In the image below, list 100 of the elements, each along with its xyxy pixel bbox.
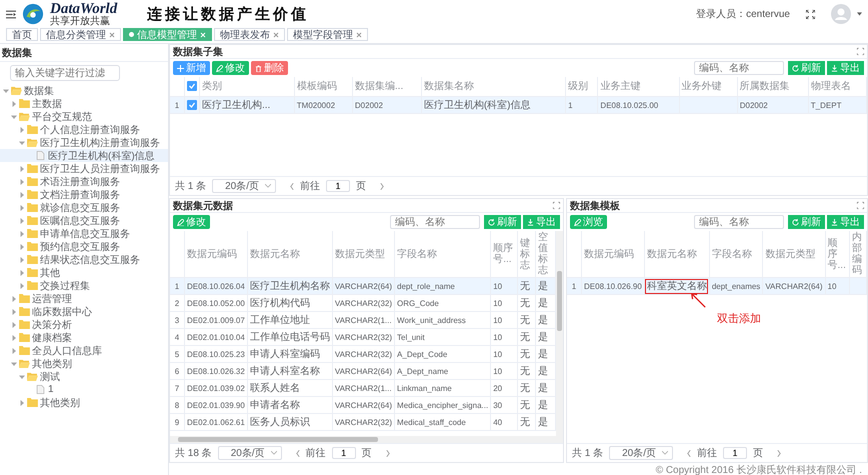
page-size-select[interactable]: 20条/页 <box>609 446 674 460</box>
folder-icon <box>19 99 30 108</box>
tab[interactable]: 物理表发布 <box>214 28 285 41</box>
next-icon[interactable] <box>777 450 782 456</box>
tree-arrow-icon[interactable] <box>19 126 25 132</box>
tree-arrow-icon[interactable] <box>19 178 25 184</box>
table-cell: DE08.10.025.23 <box>184 346 248 362</box>
tree-item[interactable]: 全员人口信息库 <box>0 344 168 357</box>
page-size-select[interactable]: 20条/页 <box>212 179 276 193</box>
tree-arrow-icon[interactable] <box>19 218 25 224</box>
close-icon[interactable] <box>273 32 279 38</box>
tree-item[interactable]: 就诊信息交互服务 <box>0 201 168 214</box>
expand-icon[interactable] <box>857 202 864 209</box>
tree-arrow-icon[interactable] <box>11 322 17 328</box>
logo-icon <box>22 3 44 25</box>
tree-item[interactable]: 临床数据中心 <box>0 305 168 318</box>
tree-item[interactable]: 其他类别 <box>0 357 168 370</box>
tree-arrow-icon[interactable] <box>19 282 25 288</box>
tree-arrow-icon[interactable] <box>19 374 25 380</box>
table-row[interactable]: 1 医疗卫生机构... TM020002 D02002 医疗卫生机构(科室)信息 1 DE08.10.025.00 D02002 T_DEPT <box>170 96 866 114</box>
tab[interactable]: 模型字段管理 <box>287 28 368 41</box>
menu-icon[interactable] <box>6 10 16 18</box>
tree-item[interactable]: 数据集 <box>0 84 168 97</box>
table-row[interactable]: 9 DE02.01.062.61 医务人员标识 VARCHAR2(32) Medical_staff_code 40 无 是 <box>170 414 556 430</box>
tree-item[interactable]: 健康档案 <box>0 331 168 344</box>
checkbox[interactable] <box>187 100 197 110</box>
tree-arrow-icon[interactable] <box>11 360 17 366</box>
tree-item[interactable]: 个人信息注册查询服务 <box>0 123 168 136</box>
table-row[interactable]: 3 DE02.01.009.07 工作单位地址 VARCHAR2(1... Work_unit_address 10 无 是 <box>170 312 556 328</box>
avatar-icon[interactable] <box>831 4 851 24</box>
filter-field[interactable]: 输入关键字进行过滤 <box>10 65 120 81</box>
tree-item[interactable]: 医疗卫生机构注册查询服务 <box>0 136 168 149</box>
table-row[interactable]: 6 DE08.10.026.32 申请人科室名称 VARCHAR2(64) A_Dept_name 10 无 是 <box>170 362 556 380</box>
tree-arrow-icon[interactable] <box>19 256 25 262</box>
tree-item[interactable]: 文档注册查询服务 <box>0 188 168 201</box>
folder-icon <box>27 164 38 173</box>
tree-arrow-icon[interactable] <box>19 140 25 146</box>
tree-arrow-icon[interactable] <box>19 166 25 172</box>
prev-icon[interactable] <box>290 182 294 190</box>
scrollbar[interactable] <box>556 231 563 436</box>
tree-item[interactable]: 平台交互规范 <box>0 110 168 123</box>
tree-arrow-icon[interactable] <box>19 204 25 210</box>
next-icon[interactable] <box>386 450 390 456</box>
tree-arrow-icon[interactable] <box>11 334 17 340</box>
expand-icon[interactable] <box>553 202 560 209</box>
tab[interactable]: 信息分类管理 <box>40 28 121 41</box>
tree-item[interactable]: 医疗卫生人员注册查询服务 <box>0 162 168 175</box>
tab[interactable]: 首页 <box>6 28 38 41</box>
tree-item[interactable]: 医疗卫生机构(科室)信息 <box>0 149 168 162</box>
tree-arrow-icon[interactable] <box>11 348 17 354</box>
table-row[interactable]: 8 DE02.01.039.90 申请者名称 VARCHAR2(64) Medica_encipher_signa... 30 无 是 <box>170 396 556 414</box>
tree-item[interactable]: 其他类别 <box>0 396 168 409</box>
table-row[interactable]: 4 DE02.01.010.04 工作单位电话号码 VARCHAR2(32) Tel_unit 10 无 是 <box>170 328 556 346</box>
tree-item[interactable]: 术语注册查询服务 <box>0 175 168 188</box>
page-field[interactable]: 1 <box>723 447 748 459</box>
tree-item[interactable]: 1 <box>0 383 168 396</box>
prev-icon[interactable] <box>296 450 300 456</box>
search-field[interactable]: 编码、名称 <box>694 61 784 75</box>
table-row[interactable]: 1 DE08.10.026.90 科室英文名称 dept_enames VARCHAR2(64) 10 <box>567 278 866 294</box>
page-field[interactable]: 1 <box>332 447 356 459</box>
tree-arrow-icon[interactable] <box>11 308 17 314</box>
open-folder-icon <box>11 86 22 95</box>
close-icon[interactable] <box>356 32 362 38</box>
tree-arrow-icon[interactable] <box>3 88 9 94</box>
tree-arrow-icon[interactable] <box>19 244 25 250</box>
checkbox[interactable] <box>187 81 197 92</box>
tree-item[interactable]: 测试 <box>0 370 168 383</box>
tree-arrow-icon[interactable] <box>19 400 25 406</box>
tree-arrow-icon[interactable] <box>19 270 25 276</box>
tree-item[interactable]: 申请单信息交互服务 <box>0 227 168 240</box>
tree-item[interactable]: 交换过程集 <box>0 279 168 292</box>
panel-title: 数据集模板 <box>570 200 620 212</box>
tree-arrow-icon[interactable] <box>19 230 25 236</box>
close-icon[interactable] <box>109 32 115 38</box>
next-icon[interactable] <box>380 182 384 190</box>
tree-arrow-icon[interactable] <box>11 114 17 120</box>
fullscreen-icon[interactable] <box>806 10 815 18</box>
prev-icon[interactable] <box>687 450 692 456</box>
table-row[interactable]: 1 DE08.10.026.04 医疗卫生机构名称 VARCHAR2(64) dept_role_name 10 无 是 <box>170 278 556 294</box>
expand-icon[interactable] <box>857 48 864 55</box>
table-row[interactable]: 2 DE08.10.052.00 医疗机构代码 VARCHAR2(32) ORG_Code 10 无 是 <box>170 294 556 312</box>
tree-arrow-icon[interactable] <box>19 192 25 198</box>
tree-item[interactable]: 预约信息交互服务 <box>0 240 168 253</box>
tree-item[interactable]: 决策分析 <box>0 318 168 331</box>
tree-arrow-icon[interactable] <box>11 100 17 106</box>
tree-item[interactable]: 其他 <box>0 266 168 279</box>
scrollbar[interactable] <box>170 436 563 443</box>
table-row[interactable]: 7 DE02.01.039.02 联系人姓名 VARCHAR2(1... Linkman_name 20 无 是 <box>170 380 556 396</box>
tree-item[interactable]: 主数据 <box>0 97 168 110</box>
table-row[interactable]: 5 DE08.10.025.23 申请人科室编码 VARCHAR2(32) A_Dept_Code 10 无 是 <box>170 346 556 362</box>
search-field[interactable]: 编码、名称 <box>694 215 784 229</box>
tree-arrow-icon[interactable] <box>11 296 17 302</box>
search-field[interactable]: 编码、名称 <box>390 215 480 229</box>
tree-item[interactable]: 运营管理 <box>0 292 168 305</box>
tree-item[interactable]: 医嘱信息交互服务 <box>0 214 168 227</box>
table-cell: 工作单位电话号码 <box>247 328 332 346</box>
tree-item[interactable]: 结果状态信息交互服务 <box>0 253 168 266</box>
page-size-select[interactable]: 20条/页 <box>218 446 282 460</box>
page-field[interactable]: 1 <box>326 180 350 192</box>
caret-icon[interactable] <box>857 12 862 16</box>
